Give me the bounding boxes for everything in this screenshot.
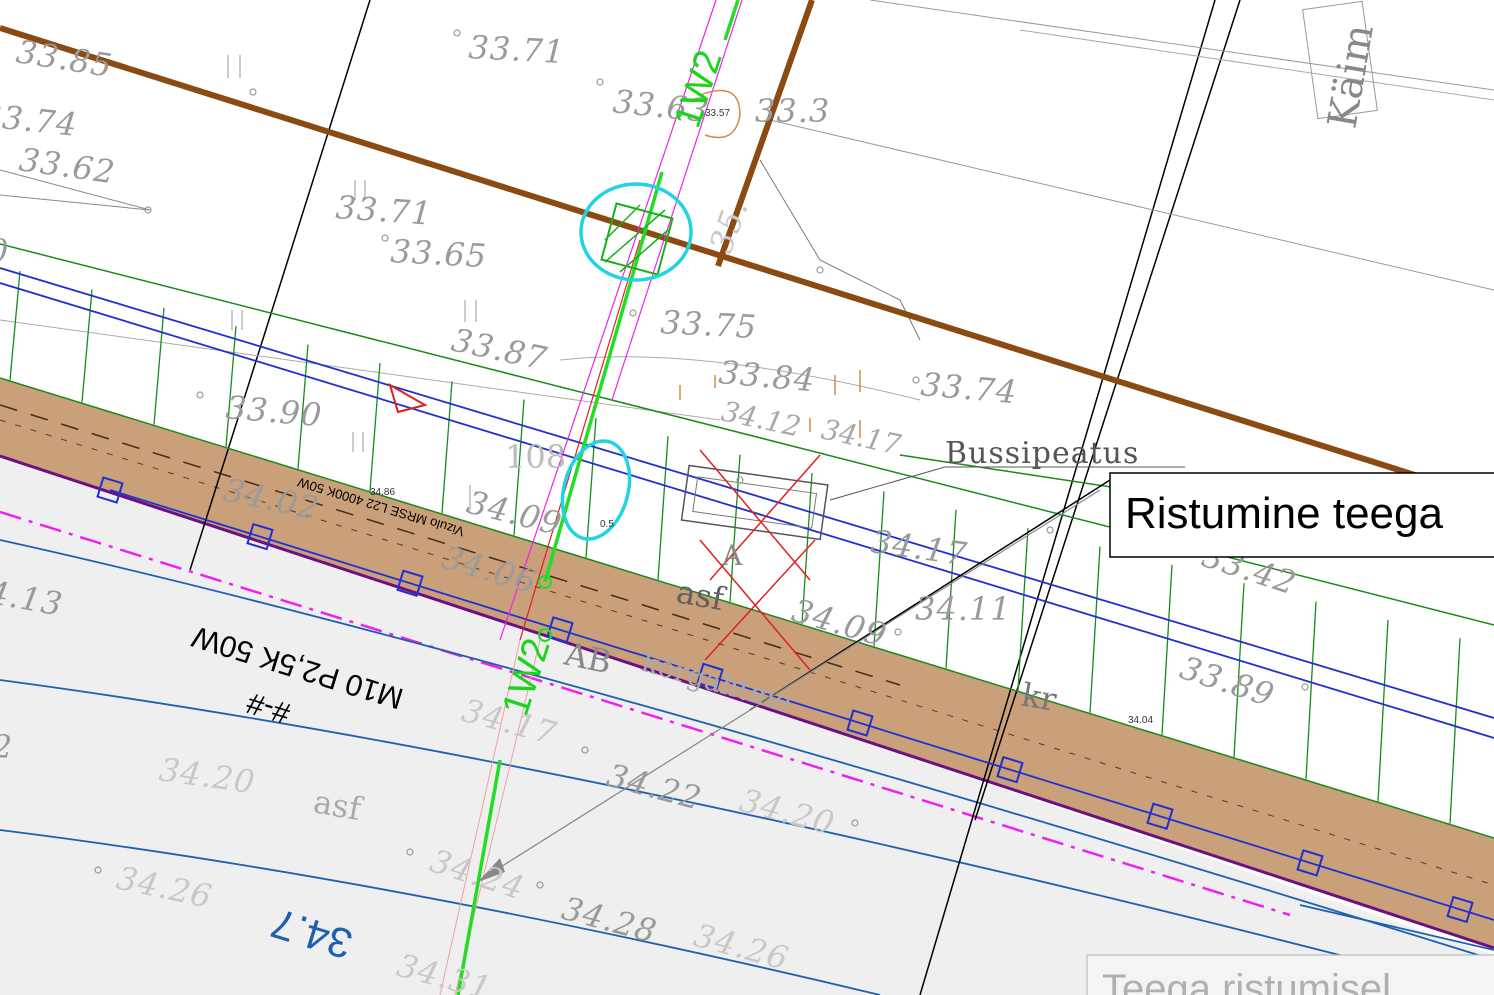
elevation-label: 33.65 xyxy=(390,232,488,275)
curb-tick xyxy=(81,289,93,403)
elevation-label: 33.3 xyxy=(755,92,830,130)
curb-tick xyxy=(1089,546,1101,713)
elevation-label: 35. xyxy=(702,194,756,258)
small-label: 34.04 xyxy=(1128,715,1153,726)
tree-markers xyxy=(227,55,477,510)
shelter-letter: A xyxy=(721,539,743,572)
parcel-line xyxy=(0,194,151,211)
elevation-label: 34.17 xyxy=(819,413,904,462)
callout-box: Ristumine teega xyxy=(1109,472,1494,558)
edge-label: 2 xyxy=(0,728,13,766)
curb-tick xyxy=(657,436,669,580)
curb-tick xyxy=(1161,564,1173,735)
parcel-line xyxy=(1019,29,1494,101)
curb-tick xyxy=(1449,638,1461,824)
elevation-label: 33.71 xyxy=(468,28,566,71)
elevation-label: 33.71 xyxy=(334,188,433,233)
elevation-label: 34.11 xyxy=(915,590,1012,628)
curb-tick xyxy=(1017,528,1029,691)
surface-label: kr xyxy=(1019,675,1060,719)
bus-stop-label: Bussipeatus xyxy=(945,436,1139,471)
curb-tick xyxy=(1305,601,1317,780)
small-label: 0.5 xyxy=(600,519,614,530)
callout-text: Ristumine teega xyxy=(1125,489,1443,538)
curb-tick xyxy=(153,307,165,425)
elevation-label: 33.90 xyxy=(224,388,324,434)
elevation-label: 33.85 xyxy=(14,32,115,85)
elevation-label: 33.74 xyxy=(0,96,79,144)
curb-tick xyxy=(1377,619,1389,802)
note-box: Teega ristumisel xyxy=(1086,954,1494,995)
elevation-label: 33.89 xyxy=(1176,648,1280,714)
street-name-label: Käim xyxy=(1320,21,1383,132)
elevation-label: 33.84 xyxy=(717,353,817,399)
elevation-label: 33.87 xyxy=(448,321,550,378)
small-label: 34.86 xyxy=(370,487,395,498)
note-text: Teega ristumisel xyxy=(1102,967,1391,995)
cable-id-label: 1W2 xyxy=(667,45,731,132)
point-number: 108 xyxy=(505,438,566,476)
site-plan-map: 33.85 33.71 33.63 33.74 33.62 33.71 33.6… xyxy=(0,0,1494,995)
elevation-label: 33.75 xyxy=(660,303,758,346)
elevation-label: 33.62 xyxy=(17,140,118,191)
elevation-label: 34.12 xyxy=(719,395,804,444)
parcel-line xyxy=(869,0,1494,91)
parcel-line xyxy=(769,119,1494,291)
edge-label: 0 xyxy=(0,232,9,270)
elevation-label: 33.74 xyxy=(919,365,1019,411)
